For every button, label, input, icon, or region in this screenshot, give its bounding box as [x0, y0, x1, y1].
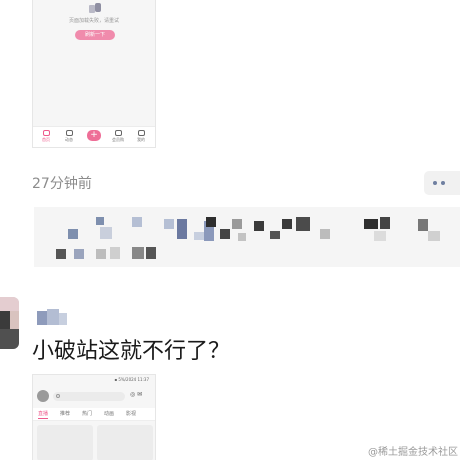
comment-text: 小破站这就不行了？ [32, 339, 231, 364]
nav-label: 我的 [137, 137, 145, 142]
pixel-block [206, 217, 216, 227]
nav-item-home[interactable]: 首页 [37, 130, 55, 143]
avatar[interactable] [37, 390, 49, 402]
redacted-comment-panel [34, 207, 460, 267]
pixel-block [282, 219, 292, 229]
bottom-nav: 首页 动态 + 会员购 我的 [33, 126, 155, 147]
pixel-block [374, 231, 386, 241]
avatar[interactable] [0, 297, 19, 349]
pixel-block [177, 219, 187, 239]
pixel-block [56, 249, 66, 259]
pixel-block [164, 219, 174, 229]
search-icon [56, 394, 60, 398]
pixel-block [100, 227, 112, 239]
pixel-block [132, 217, 142, 227]
nav-label: 首页 [42, 137, 50, 142]
pixel-block [74, 249, 84, 259]
empty-state-illustration [89, 3, 101, 14]
more-dots-icon [433, 181, 437, 185]
tab-hot[interactable]: 热门 [82, 410, 92, 417]
search-input[interactable] [53, 392, 125, 401]
video-card[interactable] [37, 425, 93, 460]
more-dots-icon [441, 181, 445, 185]
nav-item-shop[interactable]: 会员购 [109, 130, 127, 143]
embedded-app-screenshot-top: 页面加载失败，请重试 刷新一下 首页 动态 + 会员购 我的 [32, 0, 156, 148]
header-icons: ◎ ✉ [130, 391, 142, 398]
watermark: @稀土掘金技术社区 [368, 447, 458, 458]
profile-icon [137, 130, 145, 136]
nav-item-profile[interactable]: 我的 [132, 130, 150, 143]
pixel-block [254, 221, 264, 231]
pixel-block [96, 217, 104, 225]
embedded-app-screenshot-bottom: ▪︎ 5%/2024 11:37 ◎ ✉ 直播 推荐 热门 动画 影视 [32, 374, 156, 460]
empty-state-message: 页面加载失败，请重试 [68, 18, 119, 24]
tab-bar: 直播 推荐 热门 动画 影视 [33, 408, 155, 421]
pixel-block [194, 232, 204, 240]
tab-recommend[interactable]: 推荐 [60, 410, 70, 417]
pixel-block [364, 219, 378, 229]
shop-icon [114, 130, 122, 136]
pixel-block [238, 233, 246, 241]
tab-film[interactable]: 影视 [126, 410, 136, 417]
mail-icon[interactable]: ✉ [137, 391, 142, 398]
active-tab-indicator [38, 418, 48, 419]
pixel-block [232, 219, 242, 229]
pixel-block [418, 219, 428, 231]
redacted-username[interactable] [37, 305, 69, 325]
tab-live[interactable]: 直播 [38, 410, 48, 417]
video-card[interactable] [97, 425, 153, 460]
game-icon[interactable]: ◎ [130, 391, 135, 398]
nav-item-dynamic[interactable]: 动态 [60, 130, 78, 143]
pixel-block [270, 231, 280, 239]
refresh-button[interactable]: 刷新一下 [75, 30, 115, 40]
pixel-block [132, 247, 144, 259]
more-options-button[interactable] [424, 171, 460, 195]
post-timestamp: 27分钟前 [32, 176, 92, 192]
pixel-block [428, 231, 440, 241]
nav-label: 动态 [65, 137, 73, 142]
nav-label: 会员购 [112, 137, 124, 142]
tab-anime[interactable]: 动画 [104, 410, 114, 417]
pixel-block [320, 229, 330, 239]
dynamic-icon [65, 130, 73, 136]
publish-plus-button[interactable]: + [87, 130, 101, 141]
status-bar: ▪︎ 5%/2024 11:37 [114, 377, 149, 382]
pixel-block [68, 229, 78, 239]
pixel-block [146, 247, 156, 259]
pixel-block [220, 229, 230, 239]
pixel-block [96, 249, 106, 259]
pixel-block [296, 217, 310, 231]
home-icon [42, 130, 50, 136]
pixel-block [110, 247, 120, 259]
pixel-block [380, 217, 390, 229]
